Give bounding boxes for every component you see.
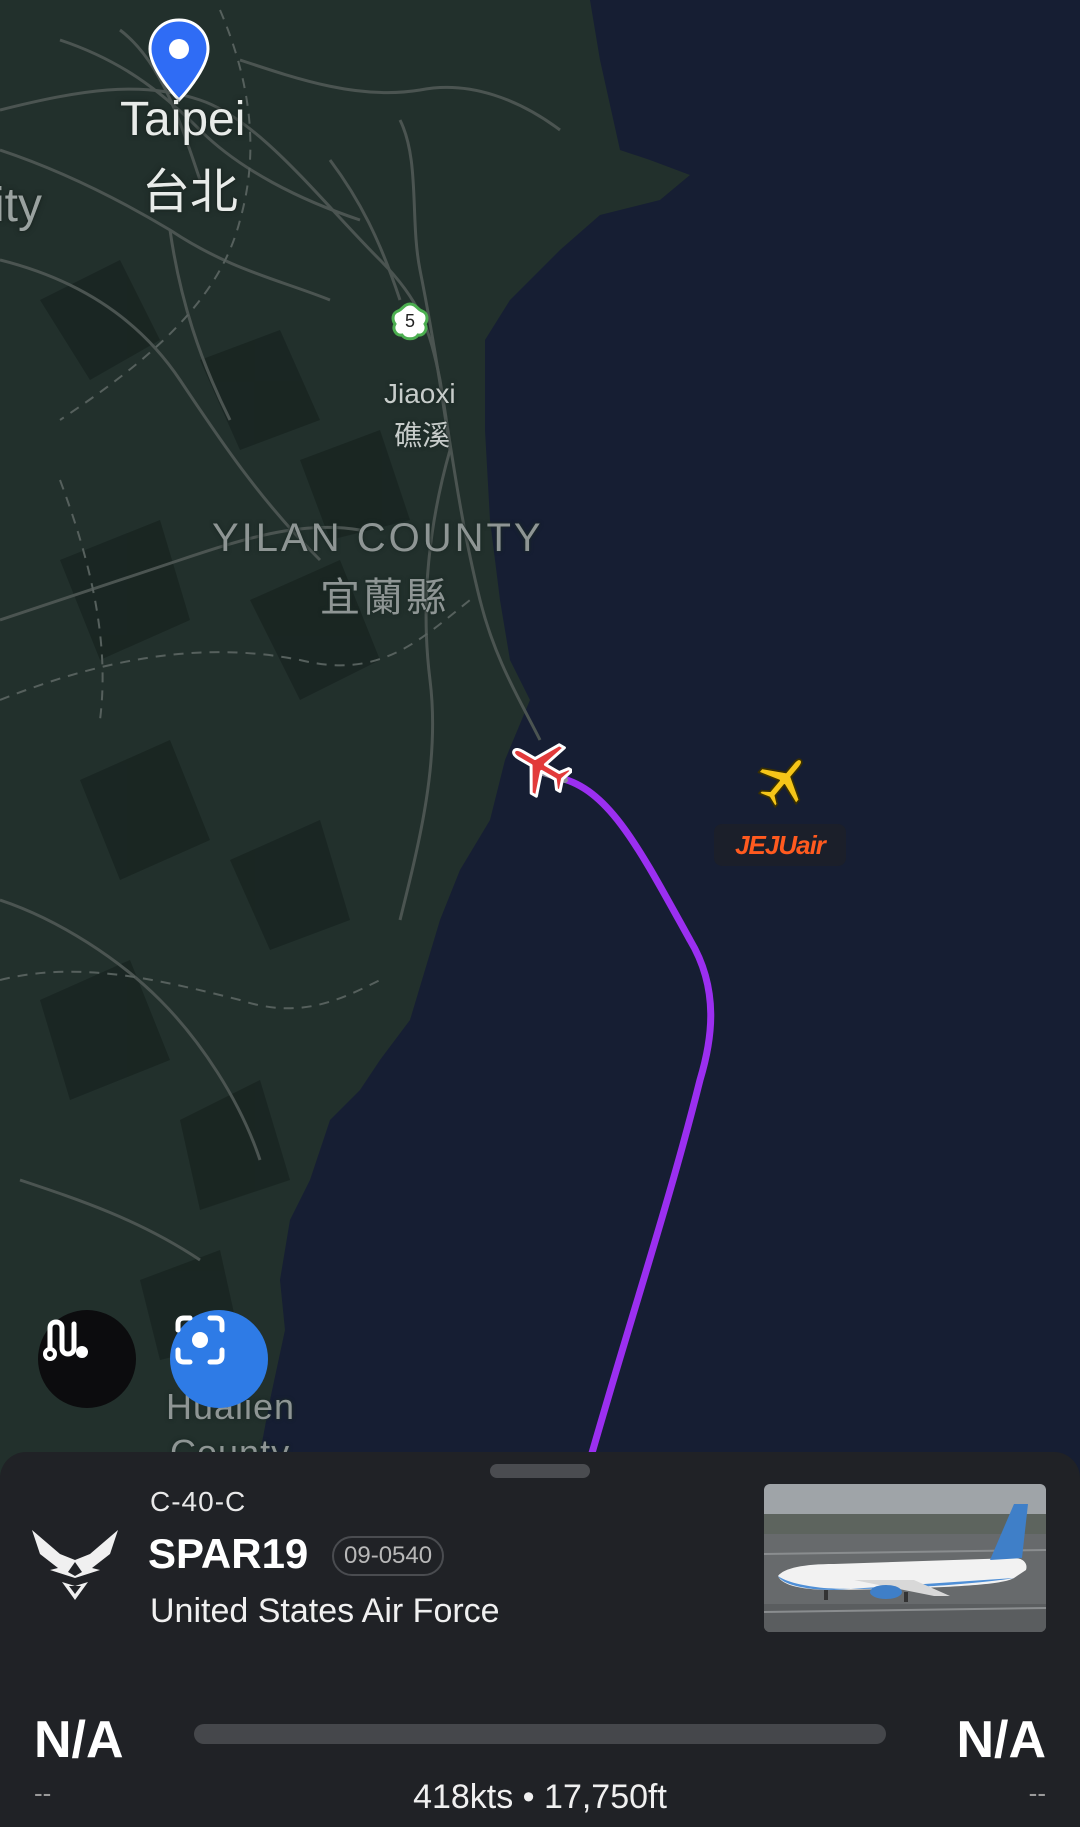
map-label-jiaoxi-zh: 礁溪	[394, 420, 451, 451]
locate-focus-icon	[175, 1315, 225, 1365]
destination-code[interactable]: N/A	[956, 1710, 1046, 1770]
map-label-taipei: Taipei	[120, 93, 246, 146]
highway-shield: 5	[390, 302, 430, 342]
map-label-jiaoxi: Jiaoxi	[384, 378, 456, 409]
airline-logo-text: JEJUair	[735, 829, 826, 860]
flight-progress-bar	[194, 1724, 886, 1744]
aircraft-type: C-40-C	[150, 1486, 247, 1517]
operator-name: United States Air Force	[150, 1592, 500, 1630]
origin-code[interactable]: N/A	[34, 1710, 124, 1770]
registration-badge: 09-0540	[332, 1536, 445, 1576]
flight-callsign: SPAR19	[148, 1530, 309, 1577]
panel-drag-handle[interactable]	[490, 1464, 590, 1478]
aircraft-photo[interactable]	[764, 1484, 1046, 1632]
location-pin-icon[interactable]	[148, 18, 210, 102]
map-label-yilan-county-zh: 宜蘭縣	[320, 576, 449, 620]
other-aircraft-label[interactable]: JEJUair	[714, 824, 846, 866]
other-aircraft-icon[interactable]	[756, 752, 812, 808]
route-icon	[43, 1319, 88, 1361]
map-label-taipei-zh: 台北	[142, 166, 239, 219]
operator-logo	[30, 1524, 120, 1602]
flight-map[interactable]: Taipei 台北 ity 5 Jiaoxi 礁溪 YILAN COUNTY 宜…	[0, 0, 1080, 1480]
map-label-yilan-county: YILAN COUNTY	[212, 516, 544, 560]
speed-altitude: 418kts • 17,750ft	[413, 1778, 667, 1816]
map-label-city-fragment: ity	[0, 179, 42, 232]
route-button[interactable]	[38, 1310, 136, 1408]
selected-aircraft-icon[interactable]	[508, 734, 572, 798]
locate-aircraft-button[interactable]	[170, 1310, 268, 1408]
highway-shield-number: 5	[404, 311, 415, 331]
flight-info-panel[interactable]: C-40-C SPAR19 09-0540 United States Air …	[0, 1452, 1080, 1827]
